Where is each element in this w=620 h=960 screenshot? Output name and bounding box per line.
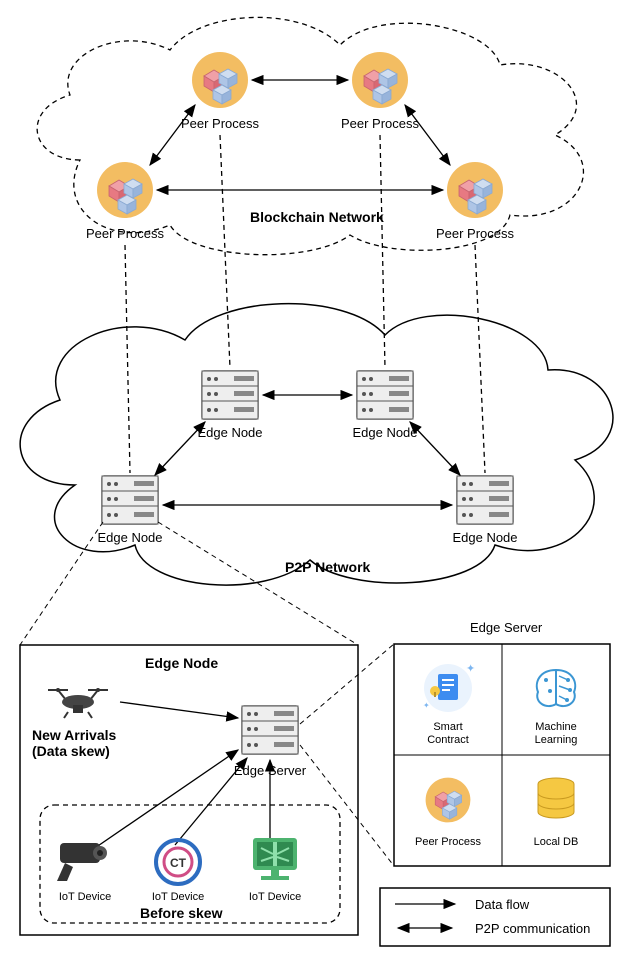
new-arrivals-label: New Arrivals (32, 727, 117, 743)
peer-process-icon (426, 778, 471, 823)
ct-icon: CT (156, 840, 200, 884)
double-arrow-icon (155, 422, 205, 475)
data-skew-label: (Data skew) (32, 743, 110, 759)
brain-icon (537, 670, 575, 706)
edge-node-label: Edge Node (452, 530, 517, 545)
dashed-link (125, 245, 130, 473)
ml-label: Learning (535, 734, 578, 746)
edge-node-server (457, 476, 513, 524)
iot-label: IoT Device (59, 891, 111, 903)
edge-node-server (102, 476, 158, 524)
zoom-line (20, 522, 103, 645)
double-arrow-icon (150, 105, 195, 165)
edge-server-title: Edge Server (470, 620, 543, 635)
iot-label: IoT Device (152, 891, 204, 903)
edge-node-label: Edge Node (97, 530, 162, 545)
peer-process-node (97, 162, 153, 218)
legend-flow: Data flow (475, 897, 530, 912)
iot-label: IoT Device (249, 891, 301, 903)
peer-process-node (447, 162, 503, 218)
peer-label: Peer Process (415, 836, 482, 848)
peer-process-node (192, 52, 248, 108)
ml-label: Machine (535, 721, 577, 733)
edge-node-label: Edge Node (352, 425, 417, 440)
db-label: Local DB (534, 836, 579, 848)
peer-process-node (352, 52, 408, 108)
p2p-title: P2P Network (285, 559, 371, 575)
edge-server (242, 706, 298, 754)
smart-contract-label: Contract (427, 734, 469, 746)
arrow-icon (175, 758, 247, 845)
database-icon (538, 778, 574, 818)
zoom-line (300, 644, 394, 724)
blockchain-network-cloud: Blockchain Network (37, 17, 583, 254)
arrow-icon (120, 702, 238, 718)
arrow-icon (92, 750, 238, 850)
legend-p2p: P2P communication (475, 921, 590, 936)
edge-node-server (357, 371, 413, 419)
dashed-link (475, 245, 485, 473)
zoom-line (300, 745, 394, 866)
svg-text:✦: ✦ (423, 701, 430, 710)
smart-contract-icon: ✦ ✦ (423, 663, 475, 712)
peer-process-label: Peer Process (436, 226, 515, 241)
edge-node-detail: Edge Node New Arrivals (Data skew) Edge … (20, 645, 358, 935)
peer-process-label: Peer Process (341, 116, 420, 131)
before-skew-label: Before skew (140, 905, 223, 921)
edge-node-server (202, 371, 258, 419)
svg-text:CT: CT (170, 856, 187, 870)
drone-icon (48, 688, 108, 718)
legend: Data flow P2P communication (380, 888, 610, 946)
xray-icon (253, 838, 297, 880)
edge-server-detail: Edge Server ✦ ✦ Smart Contract Machine L… (394, 620, 610, 866)
peer-process-label: Peer Process (181, 116, 260, 131)
zoom-line (158, 522, 358, 645)
peer-process-label: Peer Process (86, 226, 165, 241)
double-arrow-icon (405, 105, 450, 165)
edge-node-title: Edge Node (145, 655, 218, 671)
double-arrow-icon (410, 422, 460, 475)
svg-text:✦: ✦ (466, 663, 475, 675)
smart-contract-label: Smart (433, 721, 462, 733)
blockchain-title: Blockchain Network (250, 209, 384, 225)
edge-node-label: Edge Node (197, 425, 262, 440)
cctv-icon (57, 843, 107, 881)
